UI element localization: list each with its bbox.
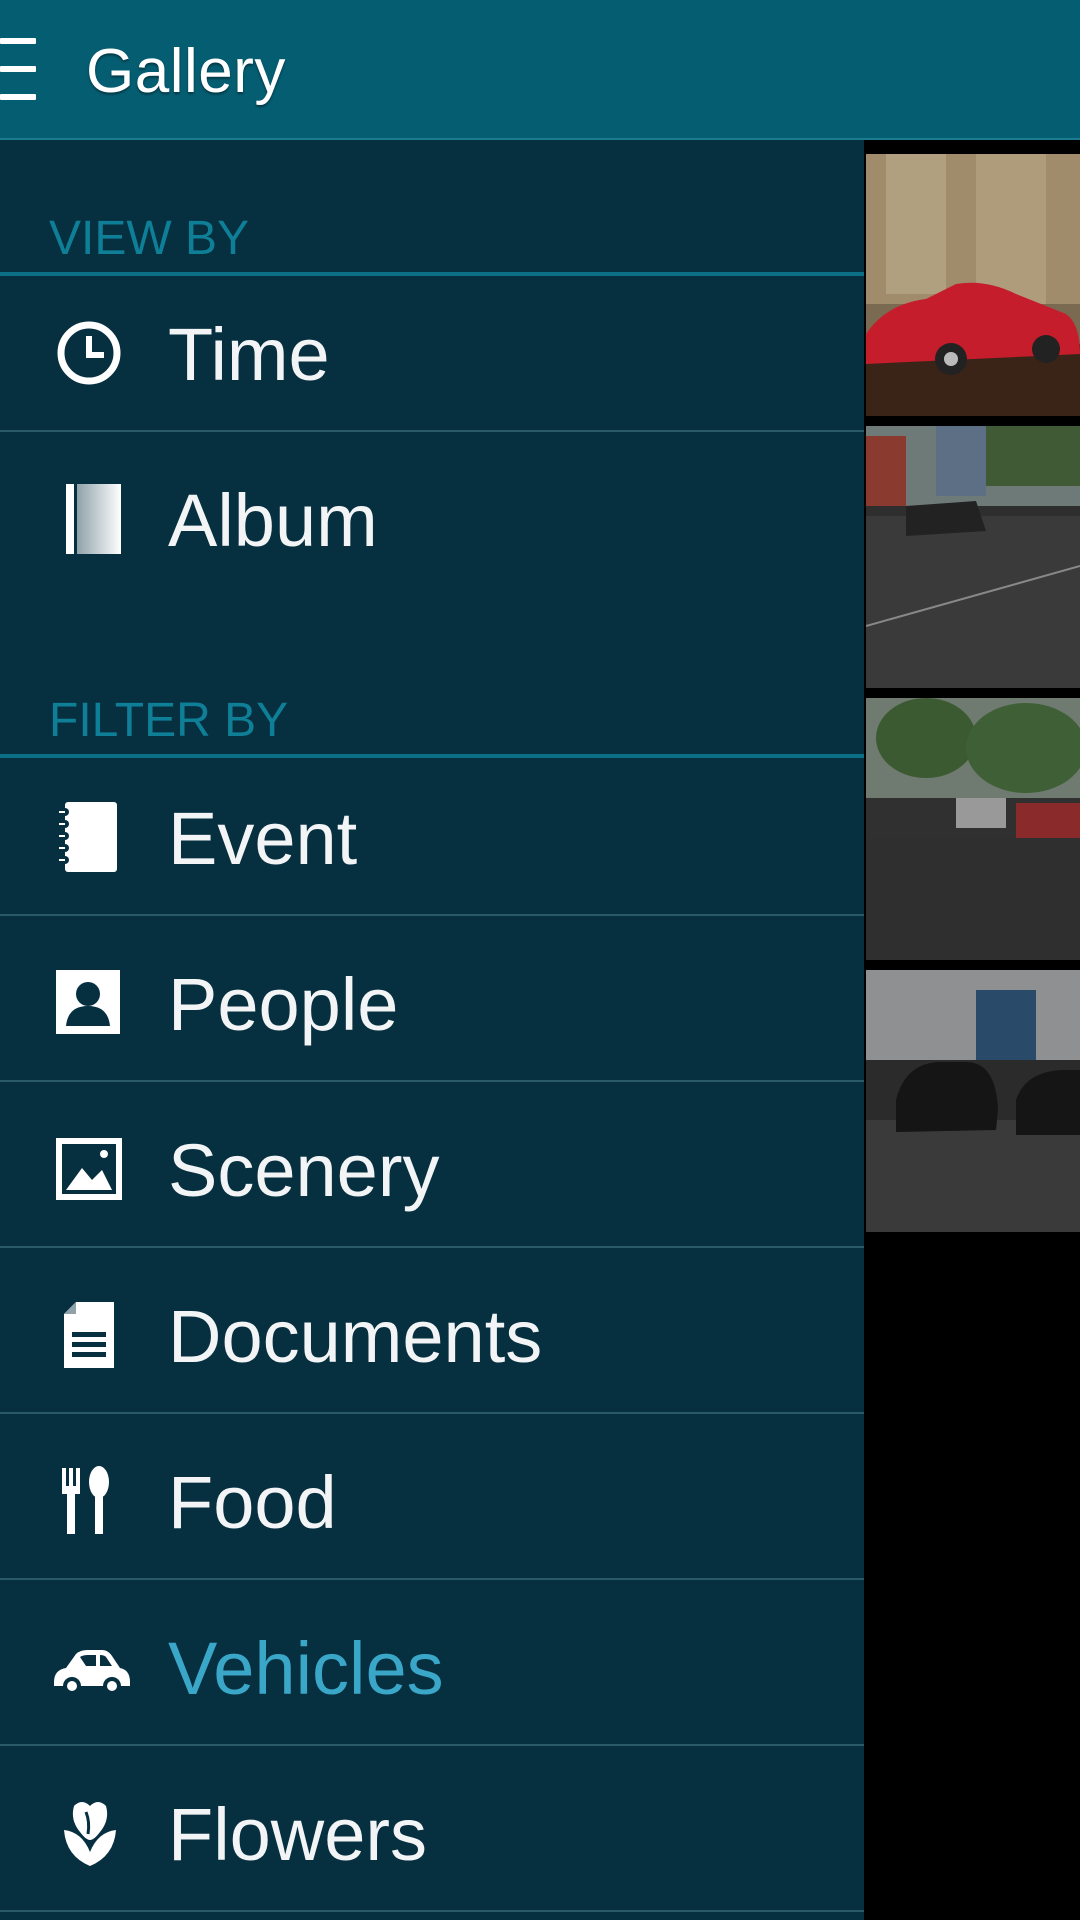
car-icon: [54, 1650, 130, 1695]
drawer-item-label: Album: [168, 479, 378, 562]
thumbnail-grid: [864, 140, 1080, 1920]
drawer-item-label: People: [168, 963, 399, 1046]
filter-by-header-label: FILTER BY: [49, 694, 289, 747]
thumbnail-wet-street[interactable]: [866, 426, 1080, 688]
drawer-item-label: Food: [168, 1461, 337, 1544]
view-by-header-label: VIEW BY: [49, 212, 250, 265]
filter-by-header: FILTER BY: [0, 688, 864, 758]
thumbnail-parked-cars[interactable]: [866, 698, 1080, 960]
app-bar: Gallery: [0, 0, 1080, 140]
fork-spoon-icon: [62, 1466, 109, 1534]
person-icon: [56, 970, 120, 1034]
drawer-item-event[interactable]: Event: [0, 750, 864, 916]
drawer-item-flowers[interactable]: Flowers: [0, 1746, 864, 1912]
thumbnail-red-car[interactable]: [866, 154, 1080, 416]
flower-icon: [64, 1802, 116, 1866]
drawer-item-label: Time: [168, 313, 330, 396]
drawer-item-label: Flowers: [168, 1793, 428, 1876]
thumbnail-parking-lot[interactable]: [866, 970, 1080, 1232]
drawer-item-documents[interactable]: Documents: [0, 1248, 864, 1414]
drawer-item-people[interactable]: People: [0, 916, 864, 1082]
drawer-item-label: Scenery: [168, 1129, 440, 1212]
drawer-item-time[interactable]: Time: [0, 266, 864, 432]
clock-icon: [57, 321, 121, 385]
drawer-item-food[interactable]: Food: [0, 1414, 864, 1580]
hamburger-menu-icon[interactable]: [0, 38, 40, 102]
album-book-icon: [66, 484, 121, 554]
landscape-icon: [56, 1138, 122, 1200]
drawer-item-scenery[interactable]: Scenery: [0, 1082, 864, 1248]
drawer-item-label: Vehicles: [168, 1627, 444, 1710]
notebook-icon: [59, 802, 117, 872]
drawer-item-label: Event: [168, 797, 358, 880]
drawer-item-vehicles[interactable]: Vehicles: [0, 1580, 864, 1746]
drawer-item-album[interactable]: Album: [0, 432, 864, 598]
app-title: Gallery: [86, 37, 286, 106]
document-icon: [64, 1302, 114, 1368]
drawer-item-label: Documents: [168, 1295, 543, 1378]
navigation-drawer: VIEW BY Time Album FILTER BY Event Peopl…: [0, 140, 864, 1920]
